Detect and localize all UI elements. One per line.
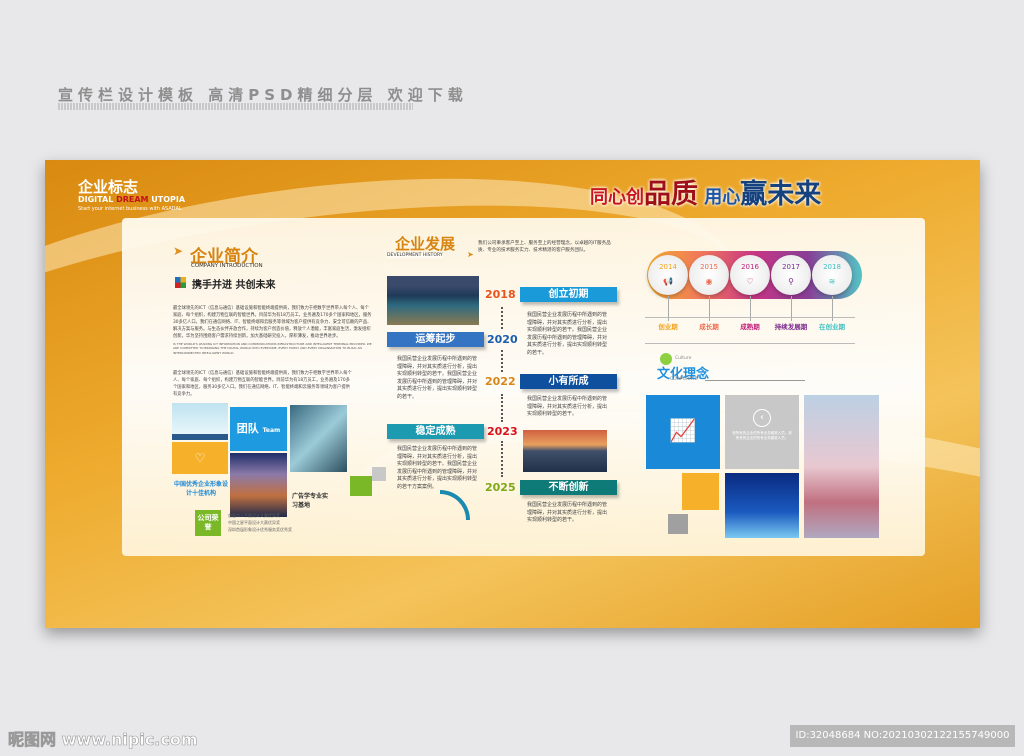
wifi-icon: ≋: [828, 277, 836, 286]
watermark-logo: 昵图网 www.nipic.com: [8, 730, 198, 750]
milestone-stage: 持续发展期: [768, 317, 814, 344]
divider: [705, 380, 805, 381]
timeline-year: 2020: [487, 333, 518, 346]
milestone-circle: 2018 ≋: [812, 255, 852, 295]
heart-icon: ♡: [172, 442, 228, 474]
logo-title: 企业标志: [78, 178, 139, 196]
history-title: 企业发展: [395, 235, 456, 253]
honor-badge: 公司荣誉: [195, 510, 221, 536]
heart-icon: ♡: [746, 277, 754, 286]
milestone-year: 2014: [659, 263, 677, 271]
timeline-stage-label: 运筹起步: [387, 332, 484, 347]
slogan: 同心创品质 用心赢未来: [590, 179, 822, 210]
history-subtitle: DEVELOPMENT HISTORY: [387, 253, 443, 258]
milestone-stage: 成长期: [686, 317, 732, 344]
image-id: ID:32048684 NO:20210302122155749000: [790, 725, 1015, 747]
milestone-stage: 成熟期: [727, 317, 773, 344]
display-board: 企业标志 DIGITAL DREAM UTOPIA Start your int…: [45, 160, 980, 628]
milestone-year: 2018: [823, 263, 841, 271]
lake-city-photo: [387, 276, 479, 325]
base-text: 广告学专业实习基地: [292, 493, 329, 509]
city-illustration-image: [172, 403, 228, 440]
info-text: 请所有的企业的所有业务都致人员。请所有的企业的所有业务都致人员。: [732, 431, 792, 440]
gray-square: [668, 514, 688, 534]
honor-item: 深圳首届形象设计优秀服务奖优秀奖: [228, 527, 292, 532]
intro-motto: 携手并进 共创未来: [192, 280, 276, 291]
timeline-text: 我国民营企业发展历程中所遇到的管理障碍，并对其实质进行分析，提出实现顺利转型的若…: [397, 356, 478, 400]
timeline-text: 我国民营企业发展历程中所遇到的管理障碍，并对其实质进行分析，提出实现顺利转型的若…: [397, 446, 478, 490]
intro-subtitle: COMPANY INTRODUCTION: [191, 263, 263, 269]
timeline-dots: [501, 394, 503, 422]
timeline-stage-label: 创立初期: [520, 287, 617, 302]
milestone-circle: 2016 ♡: [730, 255, 770, 295]
award-text: 中国优秀企业形象设计十佳机构: [173, 481, 228, 497]
key-icon: ⚲: [788, 277, 794, 286]
blue-city-photo: [725, 473, 799, 538]
culture-corporate: CORPORATE: [670, 377, 698, 382]
milestone-circle: 2015 ◉: [689, 255, 729, 295]
pearl-tower-photo: [804, 395, 879, 538]
timeline-stage-label: 小有所成: [520, 374, 617, 389]
milestone-year: 2017: [782, 263, 800, 271]
timeline-text: 我国民营企业发展历程中所遇到的管理障碍，并对其实质进行分析，提出实现顺利转型的若…: [527, 502, 608, 523]
timeline-year: 2022: [485, 375, 516, 388]
milestone-circle: 2014 📢: [648, 255, 688, 295]
arrow-icon: ➤: [173, 244, 184, 258]
intro-paragraph-en: IS THE WORLD'S LEADING ICT INFORMATION A…: [173, 342, 372, 355]
megaphone-icon: 📢: [663, 277, 673, 286]
intro-paragraph: 最全球领先的ICT（信息与通信）基础设施和智能终端提供商，我们致力于把数字世界带…: [173, 306, 372, 339]
color-blocks-icon: [175, 277, 186, 288]
timeline-dots: [501, 441, 503, 477]
milestone-year: 2016: [741, 263, 759, 271]
building-photo: [290, 405, 347, 472]
milestone-circle: 2017 ⚲: [771, 255, 811, 295]
timeline-stage-label: 不断创新: [520, 480, 617, 495]
info-tile: ‹ 请所有的企业的所有业务都致人员。请所有的企业的所有业务都致人员。: [725, 395, 799, 469]
timeline-text: 我国民营企业发展历程中所遇到的管理障碍，并对其实质进行分析，提出实现顺利转型的若…: [527, 312, 608, 356]
honor-list: 首届华人平面设计大赛优异奖 中国之星平面设计大赛优异奖 深圳首届形象设计优秀服务…: [228, 512, 292, 533]
team-tile: 团队 Team: [230, 407, 287, 451]
honor-item: 首届华人平面设计大赛优异奖: [228, 513, 280, 518]
decorative-pattern: [58, 103, 413, 110]
timeline-year: 2025: [485, 481, 516, 494]
milestone-stage: 创业期: [645, 317, 691, 344]
green-square: [350, 476, 372, 496]
timeline-year: 2023: [487, 425, 518, 438]
culture-en: Culture: [675, 356, 692, 361]
sunset-photo: [523, 430, 607, 472]
milestone-year: 2015: [700, 263, 718, 271]
timeline-text: 我国民营企业发展历程中所遇到的管理障碍，并对其实质进行分析，提出实现顺利转型的若…: [527, 396, 608, 417]
logo-tagline: Start your internet business with ASADAL: [78, 206, 182, 212]
milestone-stage: 在创业期: [809, 317, 855, 344]
timeline-dots: [501, 307, 503, 329]
chevron-left-icon[interactable]: ‹: [753, 409, 771, 427]
timeline-stage-label: 稳定成熟: [387, 424, 484, 439]
orange-square: [682, 473, 719, 510]
banner-title: 宣传栏设计模板 高清PSD精细分层 欢迎下载: [58, 86, 468, 104]
history-desc: 我们公司秉承客户至上、服务至上的经营理念，以卓越的IT服务品质、专业的技术服务实…: [478, 241, 611, 253]
arrow-icon: ➤: [467, 250, 474, 259]
timeline-year: 2018: [485, 288, 516, 301]
eye-icon: ◉: [705, 277, 713, 286]
city-night-photo: [230, 453, 287, 517]
logo-subtitle: DIGITAL DREAM UTOPIA: [78, 195, 186, 204]
timeline-dots: [501, 350, 503, 372]
honor-item: 中国之星平面设计大赛优异奖: [228, 520, 280, 525]
gray-square: [372, 467, 386, 481]
chart-growth-icon: 📈: [646, 395, 720, 469]
intro-paragraph: 最全球领先的ICT（信息与通信）基础设施和智能终端提供商，我们致力于把数字世界带…: [173, 371, 352, 397]
